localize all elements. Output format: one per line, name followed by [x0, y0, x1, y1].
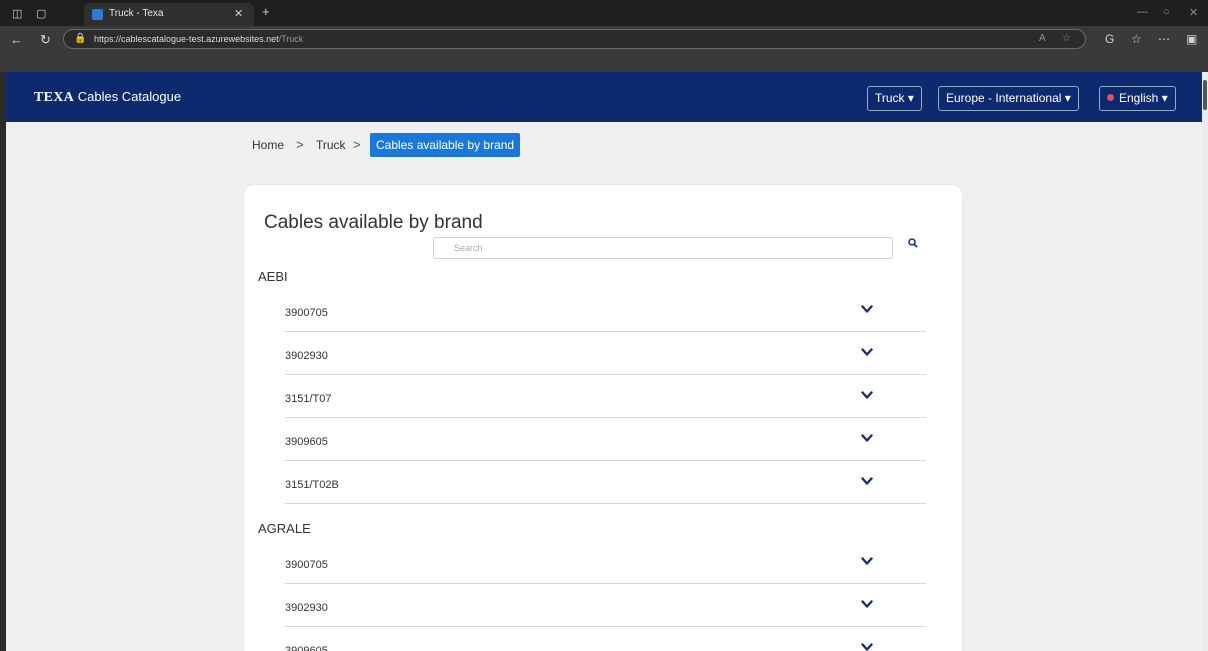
page-body: Home > Truck > Cables available by brand…: [6, 122, 1202, 651]
cable-code: 3902930: [285, 350, 328, 362]
workspaces-icon[interactable]: ◫: [12, 7, 22, 20]
region-dropdown[interactable]: Europe - International ▾: [938, 86, 1079, 111]
brand-bold: TEXA: [34, 90, 75, 105]
cable-code: 3900705: [285, 559, 328, 571]
flag-icon: [1107, 94, 1114, 101]
cable-row[interactable]: 3909605: [285, 418, 926, 461]
restore-icon[interactable]: ○: [1163, 6, 1170, 18]
new-tab-icon[interactable]: +: [262, 4, 270, 19]
read-aloud-icon[interactable]: A: [1039, 33, 1046, 44]
close-window-icon[interactable]: ✕: [1189, 6, 1198, 19]
cable-code: 3900705: [285, 307, 328, 319]
breadcrumb-separator: >: [353, 137, 361, 152]
tab-title: Truck - Texa: [109, 8, 164, 19]
cable-row[interactable]: 3909605: [285, 627, 926, 651]
chevron-down-icon[interactable]: [861, 639, 875, 651]
favicon-icon: [92, 9, 103, 20]
breadcrumb-truck[interactable]: Truck: [316, 138, 346, 152]
brand-heading: AEBI: [258, 269, 288, 284]
minimize-icon[interactable]: —: [1137, 6, 1148, 18]
cable-row[interactable]: 3902930: [285, 332, 926, 375]
search-icon[interactable]: [908, 238, 918, 251]
page-title: Cables available by brand: [264, 212, 483, 233]
search-input[interactable]: [433, 237, 893, 259]
breadcrumb-home[interactable]: Home: [252, 138, 284, 152]
cable-row[interactable]: 3151/T07: [285, 375, 926, 418]
language-label: English ▾: [1119, 91, 1168, 105]
address-bar[interactable]: 🔒 https://cablescatalogue-test.azurewebs…: [63, 29, 1086, 49]
chevron-down-icon[interactable]: [861, 301, 875, 313]
chevron-down-icon[interactable]: [861, 596, 875, 608]
cable-row[interactable]: 3900705: [285, 541, 926, 584]
extension-icon[interactable]: G: [1105, 32, 1114, 46]
vehicle-dropdown[interactable]: Truck ▾: [867, 86, 922, 111]
cable-code: 3902930: [285, 602, 328, 614]
sidebar-icon[interactable]: ▣: [1186, 32, 1197, 46]
brand-title: Cables Catalogue: [74, 89, 182, 104]
cables-card: Cables available by brand AEBI 3900705 390…: [244, 185, 962, 651]
brand-heading: AGRALE: [258, 521, 311, 536]
more-menu-icon[interactable]: ⋯: [1158, 32, 1170, 46]
favorite-star-icon[interactable]: ☆: [1062, 33, 1071, 44]
breadcrumb-separator: >: [296, 137, 304, 152]
cable-code: 3151/T07: [285, 393, 332, 405]
refresh-icon[interactable]: ↻: [40, 32, 51, 48]
chevron-down-icon[interactable]: [861, 430, 875, 442]
page-scrollbar[interactable]: [1202, 72, 1208, 651]
favorites-icon[interactable]: ☆: [1131, 32, 1142, 46]
site-logo[interactable]: TEXA Cables Catalogue: [34, 89, 181, 106]
chevron-down-icon[interactable]: [861, 473, 875, 485]
lock-icon: 🔒: [74, 33, 87, 44]
site-header: TEXA Cables Catalogue Truck ▾ Europe - I…: [6, 72, 1202, 122]
scrollbar-thumb[interactable]: [1203, 80, 1207, 110]
language-dropdown[interactable]: English ▾: [1099, 86, 1176, 111]
cable-row[interactable]: 3151/T02B: [285, 461, 926, 504]
breadcrumb-current: Cables available by brand: [370, 133, 521, 157]
cable-code: 3909605: [285, 645, 328, 651]
browser-toolbar: ← ↻ 🔒 https://cablescatalogue-test.azure…: [0, 26, 1208, 72]
cable-code: 3909605: [285, 436, 328, 448]
chevron-down-icon[interactable]: [861, 387, 875, 399]
browser-tab-bar: ◫ ▢ Truck - Texa ✕ + — ○ ✕: [0, 0, 1208, 26]
url-path: /Truck: [278, 34, 304, 44]
tab-actions-icon[interactable]: ▢: [36, 7, 46, 20]
close-tab-icon[interactable]: ✕: [234, 7, 243, 20]
browser-tab[interactable]: Truck - Texa ✕: [84, 3, 254, 26]
chevron-down-icon[interactable]: [861, 553, 875, 565]
url-host: https://cablescatalogue-test.azurewebsit…: [94, 34, 279, 44]
back-icon[interactable]: ←: [10, 32, 23, 47]
cable-row[interactable]: 3902930: [285, 584, 926, 627]
cable-row[interactable]: 3900705: [285, 289, 926, 332]
chevron-down-icon[interactable]: [861, 344, 875, 356]
cable-code: 3151/T02B: [285, 479, 339, 491]
